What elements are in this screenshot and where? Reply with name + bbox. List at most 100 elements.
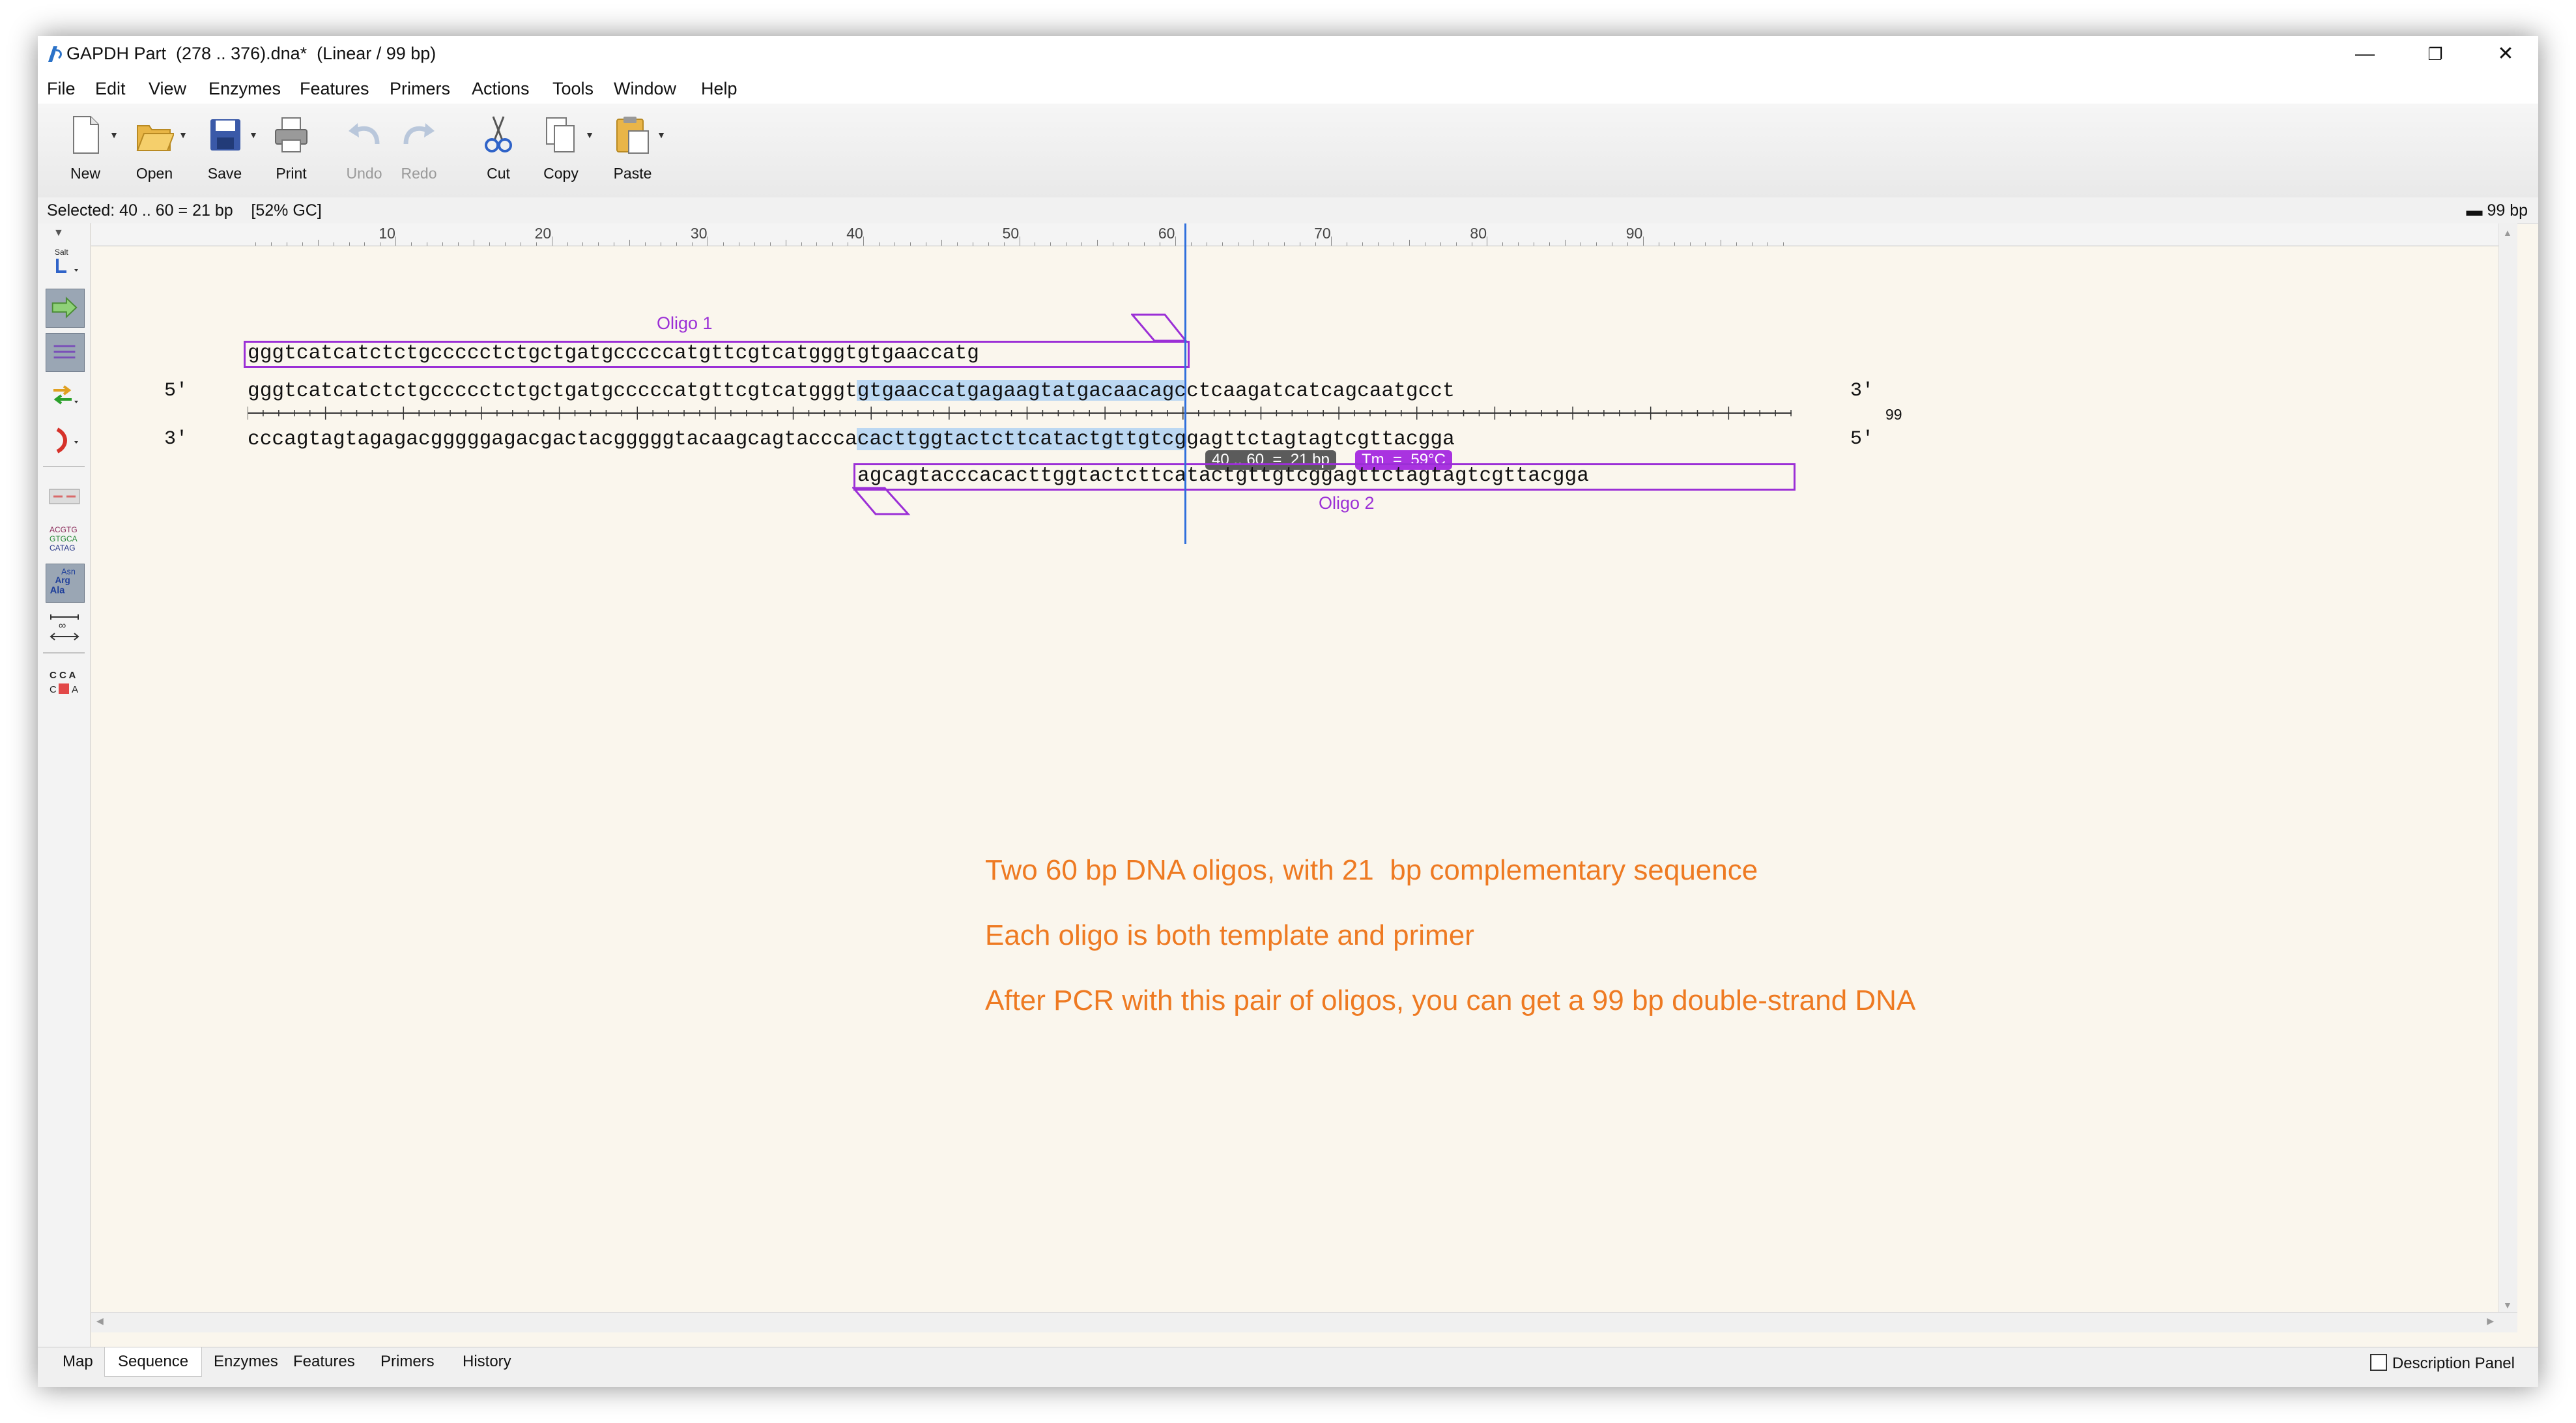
ruler-tick bbox=[956, 242, 958, 246]
ruler-tick bbox=[1783, 242, 1784, 246]
ruler-tick bbox=[349, 242, 350, 246]
snapgene-logo-icon bbox=[48, 46, 62, 62]
insertion-cursor[interactable] bbox=[1184, 223, 1186, 544]
ruler-tick bbox=[504, 242, 506, 246]
ruler-tick bbox=[1284, 242, 1285, 246]
ruler-tick bbox=[645, 242, 646, 246]
top-strand[interactable]: gggtcatcatctctgccccctctgctgatgcccccatgtt… bbox=[248, 380, 1455, 403]
ruler-tick bbox=[1331, 237, 1332, 246]
scroll-down-icon[interactable]: ▼ bbox=[2503, 1300, 2512, 1310]
translation-toggle[interactable]: Asn Arg Ala bbox=[46, 564, 85, 603]
tab-sequence[interactable]: Sequence bbox=[104, 1347, 203, 1377]
strand-tick-ruler bbox=[248, 407, 1792, 420]
ruler-tick bbox=[1674, 242, 1675, 246]
menu-actions[interactable]: Actions bbox=[472, 79, 530, 99]
bottom-3-prime-label: 3′ bbox=[164, 428, 188, 450]
description-panel-toggle[interactable]: Description Panel bbox=[2369, 1354, 2515, 1373]
copy-button[interactable]: ▼ Copy bbox=[532, 110, 594, 191]
sequence-view[interactable]: 10 20 30 40 50 60 70 80 90 Oligo 1 gggtcatcatctc… bbox=[91, 223, 2517, 1332]
linear-circular-icon[interactable]: ∞ bbox=[46, 608, 83, 646]
ruler-tick bbox=[1440, 242, 1441, 246]
show-strands-toggle[interactable] bbox=[46, 333, 85, 372]
svg-text:GTGCA: GTGCA bbox=[50, 534, 78, 543]
ruler-tick bbox=[489, 242, 490, 246]
view-tab-bar: Map Sequence Enzymes Features Primers Hi… bbox=[38, 1347, 2538, 1387]
ruler-tick bbox=[1268, 242, 1270, 246]
tab-history[interactable]: History bbox=[450, 1347, 524, 1376]
ruler-tick bbox=[1050, 242, 1052, 246]
tab-map[interactable]: Map bbox=[50, 1347, 106, 1376]
new-dropdown-icon[interactable]: ▼ bbox=[109, 130, 119, 140]
horizontal-scrollbar[interactable]: ◀ ▶ bbox=[91, 1312, 2517, 1332]
ruler-tick bbox=[894, 242, 896, 246]
ruler-tick bbox=[988, 242, 989, 246]
ruler-tick bbox=[692, 242, 693, 246]
close-icon[interactable]: ✕ bbox=[2473, 38, 2538, 70]
copy-dropdown-icon[interactable]: ▼ bbox=[585, 130, 594, 140]
ruler-tick bbox=[1175, 237, 1176, 246]
scroll-right-icon[interactable]: ▶ bbox=[2487, 1315, 2494, 1327]
salt-primer-icon[interactable]: Salt bbox=[46, 246, 83, 283]
length-icon: ▬ bbox=[2466, 201, 2487, 220]
ruler-tick bbox=[1081, 242, 1083, 246]
selection-info: Selected: 40 .. 60 = 21 bp [52% GC] bbox=[47, 201, 322, 220]
sequence-text-icon[interactable]: ACGTGGTGCACATAG bbox=[46, 521, 83, 558]
ruler-tick bbox=[395, 237, 397, 246]
ruler-tick bbox=[1565, 240, 1566, 246]
menu-tools[interactable]: Tools bbox=[552, 79, 594, 99]
menu-enzymes[interactable]: Enzymes bbox=[208, 79, 281, 99]
menu-edit[interactable]: Edit bbox=[95, 79, 126, 99]
menu-features[interactable]: Features bbox=[300, 79, 369, 99]
redo-arrow-icon bbox=[403, 123, 435, 145]
cut-button[interactable]: Cut bbox=[469, 110, 528, 191]
oligo2-sequence: agcagtacccacacttggtactcttcatactgttgtcgga… bbox=[857, 465, 1589, 487]
menu-primers[interactable]: Primers bbox=[390, 79, 450, 99]
paste-button[interactable]: ▼ Paste bbox=[603, 110, 666, 191]
app-window: GAPDH Part (278 .. 376).dna* (Linear / 9… bbox=[38, 36, 2538, 1387]
description-checkbox[interactable] bbox=[2369, 1354, 2387, 1371]
ruler-label: 60 bbox=[1158, 225, 1175, 242]
codon-mutation-icon[interactable]: C C A C A bbox=[46, 664, 83, 702]
reverse-arrows-icon[interactable] bbox=[46, 377, 83, 415]
save-disk-icon bbox=[210, 119, 240, 151]
restore-icon[interactable]: ❐ bbox=[2403, 38, 2468, 70]
open-button[interactable]: ▼ Open bbox=[125, 110, 188, 191]
feature-arc-icon[interactable] bbox=[46, 422, 83, 459]
vertical-scrollbar[interactable]: ▲ ▼ bbox=[2498, 223, 2517, 1332]
open-dropdown-icon[interactable]: ▼ bbox=[179, 130, 188, 140]
save-button[interactable]: ▼ Save bbox=[195, 110, 258, 191]
selection-status-bar: Selected: 40 .. 60 = 21 bp [52% GC] ▬ 99… bbox=[38, 197, 2538, 224]
new-button[interactable]: ▼ New bbox=[56, 110, 119, 191]
ruler-tick bbox=[754, 242, 755, 246]
enzyme-sites-icon[interactable] bbox=[46, 478, 83, 515]
svg-text:Ala: Ala bbox=[50, 585, 65, 596]
scroll-left-icon[interactable]: ◀ bbox=[96, 1315, 104, 1327]
ruler-tick bbox=[582, 242, 584, 246]
bottom-strand[interactable]: cccagtagtagagacgggggagacgactacgggggtacaa… bbox=[248, 428, 1455, 452]
ruler-tick bbox=[317, 240, 319, 246]
save-dropdown-icon[interactable]: ▼ bbox=[249, 130, 258, 140]
open-folder-icon bbox=[136, 125, 174, 151]
clipboard-paste-icon bbox=[616, 117, 649, 154]
paste-dropdown-icon[interactable]: ▼ bbox=[657, 130, 666, 140]
ruler-tick bbox=[1143, 242, 1145, 246]
undo-button[interactable]: Undo bbox=[335, 110, 394, 191]
ruler-tick bbox=[442, 242, 444, 246]
minimize-icon[interactable]: — bbox=[2332, 38, 2397, 70]
scroll-up-icon[interactable]: ▲ bbox=[2503, 227, 2512, 238]
tab-features[interactable]: Features bbox=[280, 1347, 368, 1376]
menu-window[interactable]: Window bbox=[614, 79, 676, 99]
menu-file[interactable]: File bbox=[47, 79, 76, 99]
collapse-arrow-icon[interactable]: ▼ bbox=[53, 227, 64, 239]
bottom-5-prime-label: 5′ bbox=[1850, 428, 1874, 450]
tab-primers[interactable]: Primers bbox=[367, 1347, 448, 1376]
ruler-tick bbox=[879, 242, 880, 246]
ruler-tick bbox=[536, 242, 537, 246]
show-primers-toggle[interactable] bbox=[46, 289, 85, 328]
menu-help[interactable]: Help bbox=[701, 79, 737, 99]
redo-button[interactable]: Redo bbox=[390, 110, 448, 191]
menu-view[interactable]: View bbox=[149, 79, 186, 99]
sequence-ruler: 10 20 30 40 50 60 70 80 90 bbox=[91, 223, 2517, 246]
print-button[interactable]: Print bbox=[262, 110, 321, 191]
tab-enzymes[interactable]: Enzymes bbox=[201, 1347, 291, 1376]
